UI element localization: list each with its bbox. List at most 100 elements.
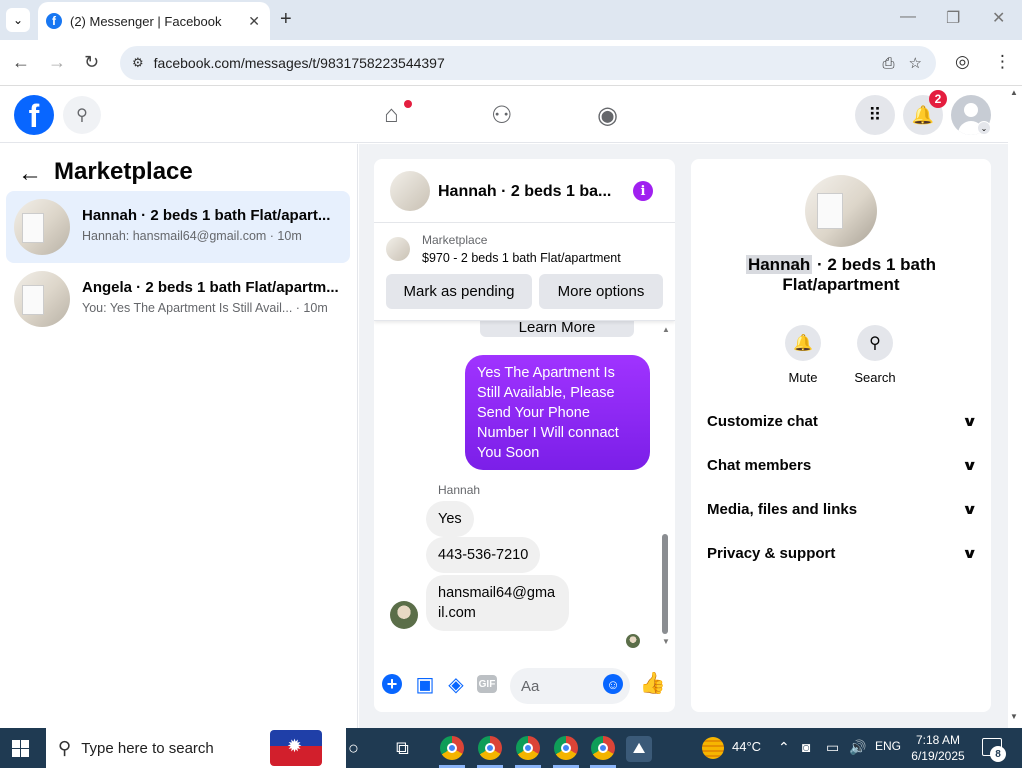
- bookmark-star-icon[interactable]: ☆: [909, 54, 922, 72]
- facebook-search-icon[interactable]: ⚲: [63, 96, 101, 134]
- browser-tab-messenger[interactable]: f (2) Messenger | Facebook ✕: [38, 2, 270, 40]
- home-notification-dot: [404, 100, 412, 108]
- cortana-icon[interactable]: ○: [348, 738, 359, 759]
- mark-as-pending-button[interactable]: Mark as pending: [386, 274, 532, 309]
- privacy-support-row[interactable]: Privacy & support ∨: [707, 541, 977, 565]
- gif-icon[interactable]: GIF: [477, 675, 497, 693]
- conversation-item-angela[interactable]: Angela · 2 beds 1 bath Flat/apartm... Yo…: [6, 263, 350, 335]
- chrome-icon[interactable]: [591, 736, 615, 760]
- groups-icon[interactable]: ◉: [597, 101, 618, 130]
- address-bar[interactable]: ⚙ facebook.com/messages/t/98317582235443…: [120, 46, 936, 80]
- listing-price-title[interactable]: $970 - 2 beds 1 bath Flat/apartment: [422, 251, 621, 265]
- tab-close-icon[interactable]: ✕: [248, 13, 260, 30]
- install-app-icon[interactable]: ⎙: [883, 55, 895, 72]
- site-info-icon[interactable]: ⚙: [132, 55, 144, 71]
- account-chevron-icon[interactable]: ⌄: [977, 121, 991, 135]
- listing-thumbnail: [386, 237, 410, 261]
- panel-title: Marketplace: [54, 158, 193, 185]
- plus-icon[interactable]: +: [382, 674, 402, 694]
- new-tab-button[interactable]: +: [280, 8, 292, 31]
- incoming-message: Yes: [426, 501, 474, 537]
- info-icon[interactable]: i: [633, 181, 653, 201]
- chrome-icon[interactable]: [478, 736, 502, 760]
- facebook-logo-icon[interactable]: f: [14, 95, 54, 135]
- section-label: Privacy & support: [707, 544, 836, 562]
- chevron-up-icon[interactable]: ⌃: [778, 739, 790, 756]
- photos-app-icon[interactable]: ⛰: [626, 736, 652, 762]
- notification-center-badge: 8: [990, 746, 1006, 762]
- tab-search-dropdown[interactable]: ⌄: [6, 8, 30, 32]
- scroll-down-arrow-icon[interactable]: ▼: [662, 637, 670, 646]
- friends-icon[interactable]: ⚇: [491, 101, 513, 130]
- search-label: Search: [854, 370, 896, 385]
- conversation-item-hannah[interactable]: Hannah · 2 beds 1 bath Flat/apart... Han…: [6, 191, 350, 263]
- sender-avatar: [390, 601, 418, 629]
- chat-window: Hannah · 2 beds 1 ba... i Marketplace $9…: [374, 159, 675, 712]
- windows-start-icon[interactable]: [12, 740, 29, 757]
- chrome-icon[interactable]: [516, 736, 540, 760]
- scroll-up-arrow-icon[interactable]: ▲: [662, 325, 670, 334]
- url-text[interactable]: facebook.com/messages/t/9831758223544397: [154, 55, 883, 71]
- listing-thumbnail: [14, 271, 70, 327]
- mute-button[interactable]: 🔔 Mute: [768, 325, 838, 385]
- menu-grid-icon[interactable]: ⠿: [855, 95, 895, 135]
- incoming-message: hansmail64@gmail.com: [426, 575, 569, 631]
- listing-avatar[interactable]: [805, 175, 877, 247]
- marketplace-listing-bar: Marketplace $970 - 2 beds 1 bath Flat/ap…: [374, 223, 675, 321]
- section-label: Chat members: [707, 456, 812, 474]
- task-view-icon[interactable]: ⧉: [396, 738, 409, 759]
- notification-badge: 2: [929, 90, 947, 108]
- like-thumbs-up-icon[interactable]: 👍: [640, 672, 666, 695]
- emoji-icon[interactable]: ☺: [603, 674, 623, 694]
- section-label: Customize chat: [707, 412, 818, 430]
- conversation-name: Hannah · 2 beds 1 bath Flat/apart...: [82, 207, 331, 224]
- taskbar-search-placeholder: Type here to search: [81, 739, 214, 757]
- marketplace-label: Marketplace: [422, 233, 488, 247]
- outgoing-message: Yes The Apartment Is Still Available, Pl…: [465, 355, 650, 470]
- sender-name: Hannah: [438, 483, 481, 497]
- home-icon[interactable]: ⌂: [384, 101, 399, 129]
- temperature-text[interactable]: 44°C: [732, 739, 761, 754]
- listing-thumbnail: [14, 199, 70, 255]
- chat-title[interactable]: Hannah · 2 beds 1 ba...: [438, 183, 611, 201]
- more-options-button[interactable]: More options: [539, 274, 663, 309]
- sticker-icon[interactable]: ◈: [445, 673, 467, 696]
- page-scroll-down-icon[interactable]: ▼: [1010, 712, 1018, 721]
- volume-icon[interactable]: 🔊: [849, 739, 866, 756]
- weather-icon[interactable]: [702, 737, 724, 759]
- language-indicator[interactable]: ENG: [875, 739, 901, 753]
- webcam-icon[interactable]: ◙: [802, 739, 810, 755]
- network-icon[interactable]: ▭: [826, 739, 839, 756]
- close-window-icon[interactable]: ✕: [992, 8, 1005, 28]
- message-list: Learn More Yes The Apartment Is Still Av…: [374, 321, 675, 661]
- facebook-header: f ⚲ ⌂ ⚇ ◉ ⠿ 🔔: [0, 87, 1008, 143]
- profile-icon[interactable]: ◎: [955, 52, 970, 72]
- media-files-links-row[interactable]: Media, files and links ∨: [707, 497, 977, 521]
- search-highlight-flag-icon[interactable]: [270, 730, 322, 766]
- browser-menu-icon[interactable]: ⋮: [994, 52, 1011, 72]
- chat-scrollbar[interactable]: [662, 534, 668, 634]
- conversation-preview: You: Yes The Apartment Is Still Avail...…: [82, 301, 328, 315]
- forward-arrow-icon[interactable]: →: [48, 52, 66, 73]
- chat-members-row[interactable]: Chat members ∨: [707, 453, 977, 477]
- photo-icon[interactable]: ▣: [414, 673, 436, 696]
- page-scroll-up-icon[interactable]: ▲: [1010, 88, 1018, 97]
- page-scrollbar[interactable]: [1008, 87, 1022, 728]
- name-highlight: Hannah: [745, 255, 813, 274]
- chat-listing-thumbnail[interactable]: [390, 171, 430, 211]
- search-button[interactable]: ⚲ Search: [840, 325, 910, 385]
- back-arrow-icon[interactable]: ←: [18, 160, 42, 188]
- customize-chat-row[interactable]: Customize chat ∨: [707, 409, 978, 433]
- search-icon: ⚲: [857, 325, 893, 361]
- clock[interactable]: 7:18 AM 6/19/2025: [908, 732, 968, 764]
- incoming-message: 443-536-7210: [426, 537, 541, 573]
- chrome-icon[interactable]: [440, 736, 464, 760]
- mute-label: Mute: [788, 370, 818, 385]
- restore-icon[interactable]: ❐: [946, 8, 960, 28]
- minimize-icon[interactable]: —: [900, 8, 916, 26]
- back-arrow-icon[interactable]: ←: [12, 52, 30, 73]
- reload-icon[interactable]: ↻: [84, 52, 99, 73]
- learn-more-button[interactable]: Learn More: [480, 321, 634, 337]
- chevron-down-icon: ∨: [961, 412, 978, 429]
- chrome-icon[interactable]: [554, 736, 578, 760]
